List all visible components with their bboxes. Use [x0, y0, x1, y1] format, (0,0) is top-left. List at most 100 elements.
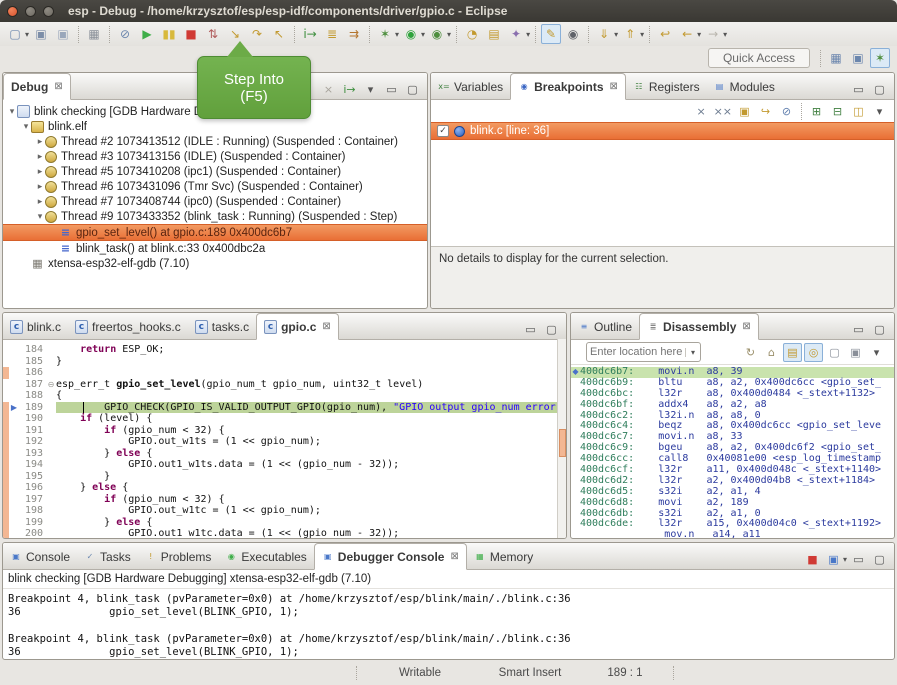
cpp-perspective-icon[interactable]: ▣ [848, 48, 868, 68]
terminate-console-icon[interactable]: ■ [803, 550, 822, 569]
disassembly-listing[interactable]: ◆400dc6b7: movi.n a8, 39400dc6b9: bltu a… [571, 365, 894, 539]
code-line[interactable]: 196 } else { [3, 482, 566, 494]
debug-tab-debug[interactable]: Debug⊠ [3, 73, 71, 100]
search-icon[interactable]: ✦ [506, 24, 526, 44]
next-annotation-icon[interactable]: ⇓ [594, 24, 614, 44]
code-line[interactable]: 194 GPIO.out1_w1ts.data = (1 << (gpio_nu… [3, 459, 566, 471]
overview-ruler[interactable] [557, 339, 566, 538]
forward-icon[interactable]: → [703, 24, 723, 44]
line-number[interactable]: 193 [19, 448, 46, 459]
debug-tree-row[interactable]: ▸Thread #2 1073413512 (IDLE : Running) (… [3, 134, 427, 149]
code-line[interactable]: 195 } [3, 471, 566, 483]
line-number[interactable]: 199 [19, 517, 46, 528]
quick-access-button[interactable]: Quick Access [708, 48, 810, 68]
forward-dropdown-icon[interactable]: ▾ [723, 30, 727, 39]
disconnect-icon[interactable]: ⇅ [203, 24, 223, 44]
run-icon[interactable]: ◉ [401, 24, 421, 44]
window-minimize-button[interactable] [25, 6, 36, 17]
maximize-icon[interactable]: ▢ [870, 550, 889, 569]
line-number[interactable]: 192 [19, 436, 46, 447]
tree-expander-icon[interactable]: ▾ [7, 107, 17, 117]
disasm-tab-disassembly[interactable]: ≣Disassembly⊠ [639, 313, 759, 340]
console-output[interactable]: Breakpoint 4, blink_task (pvParameter=0x… [3, 589, 894, 660]
debug-perspective-icon[interactable]: ✶ [870, 48, 890, 68]
editor-tab-gpio-c[interactable]: cgpio.c⊠ [256, 313, 339, 340]
open-resource-icon[interactable]: ▤ [484, 24, 504, 44]
line-number[interactable]: 191 [19, 425, 46, 436]
minimize-icon[interactable]: ▭ [849, 80, 868, 99]
code-editor[interactable]: 184 return ESP_OK;185}186187⊖esp_err_t g… [3, 340, 566, 539]
instruction-stepping-icon[interactable]: i→ [300, 24, 320, 44]
line-number[interactable]: 198 [19, 505, 46, 516]
skip-all-icon[interactable]: ⊘ [777, 102, 796, 121]
debug-tree-row[interactable]: ▦xtensa-esp32-elf-gdb (7.10) [3, 256, 427, 271]
code-line[interactable]: ▶189 GPIO_CHECK(GPIO_IS_VALID_OUTPUT_GPI… [3, 402, 566, 414]
tree-expander-icon[interactable]: ▸ [35, 167, 45, 177]
line-number[interactable]: 185 [19, 356, 46, 367]
skip-all-breakpoints-icon[interactable]: ⊘ [115, 24, 135, 44]
show-debug-columns-icon[interactable]: ≣ [322, 24, 342, 44]
console-tab-console[interactable]: ▣Console [3, 544, 77, 569]
debug-tree-row[interactable]: ▾blink.elf [3, 119, 427, 134]
code-line[interactable]: 186 [3, 367, 566, 379]
minimize-icon[interactable]: ▭ [849, 550, 868, 569]
code-line[interactable]: 192 GPIO.out_w1ts = (1 << gpio_num); [3, 436, 566, 448]
debug-tree-row[interactable]: ▸Thread #7 1073408744 (ipc0) (Suspended … [3, 194, 427, 209]
tree-expander-icon[interactable]: ▾ [21, 122, 31, 132]
line-number[interactable]: 195 [19, 471, 46, 482]
build-binary-icon[interactable]: ▦ [84, 24, 104, 44]
breakpoint-checkbox[interactable]: ✓ [437, 125, 449, 137]
code-line[interactable]: 198 GPIO.out_w1tc = (1 << gpio_num); [3, 505, 566, 517]
disassembly-line[interactable]: mov.n a14, a11 [571, 530, 894, 539]
external-tools-icon[interactable]: ◉ [427, 24, 447, 44]
remove-all-breakpoints-icon[interactable]: ×× [713, 102, 733, 121]
close-tab-icon[interactable]: ⊠ [742, 321, 750, 332]
line-number[interactable]: 184 [19, 344, 46, 355]
code-line[interactable]: 200 GPIO.out1_w1tc.data = (1 << (gpio_nu… [3, 528, 566, 539]
line-number[interactable]: 196 [19, 482, 46, 493]
code-line[interactable]: 199 } else { [3, 517, 566, 529]
home-icon[interactable]: ⌂ [762, 343, 781, 362]
minimize-icon[interactable]: ▭ [849, 320, 868, 339]
code-line[interactable]: 188{ [3, 390, 566, 402]
location-dropdown-icon[interactable]: ▾ [685, 348, 700, 357]
console-tab-executables[interactable]: ◉Executables [218, 544, 313, 569]
maximize-icon[interactable]: ▢ [870, 320, 889, 339]
open-element-icon[interactable]: ◔ [462, 24, 482, 44]
trace-control-icon[interactable]: ⇉ [344, 24, 364, 44]
track-expression-icon[interactable]: ◎ [804, 343, 823, 362]
external-tools-dropdown-icon[interactable]: ▾ [447, 30, 451, 39]
back-dropdown-icon[interactable]: ▾ [697, 30, 701, 39]
code-line[interactable]: 184 return ESP_OK; [3, 344, 566, 356]
debug-icon[interactable]: ✶ [375, 24, 395, 44]
collapse-all-icon[interactable]: ⊟ [828, 102, 847, 121]
run-dropdown-icon[interactable]: ▾ [421, 30, 425, 39]
view-menu-icon[interactable]: ▾ [870, 102, 889, 121]
console-tab-debugger-console[interactable]: ▣Debugger Console⊠ [314, 543, 467, 570]
link-with-debug-icon[interactable]: ▤ [783, 343, 802, 362]
console-tab-problems[interactable]: !Problems [138, 544, 219, 569]
debug-tree-row[interactable]: ▸Thread #5 1073410208 (ipc1) (Suspended … [3, 164, 427, 179]
fold-collapse-icon[interactable]: ⊖ [46, 380, 56, 389]
back-icon[interactable]: ← [677, 24, 697, 44]
code-line[interactable]: 190 if (level) { [3, 413, 566, 425]
location-combo[interactable]: ▾ [586, 342, 701, 362]
right-tab-registers[interactable]: ☷Registers [626, 74, 707, 99]
suspend-icon[interactable]: ▮▮ [159, 24, 179, 44]
window-maximize-button[interactable] [43, 6, 54, 17]
editor-tab-freertos-hooks-c[interactable]: cfreertos_hooks.c [68, 314, 188, 339]
right-tab-breakpoints[interactable]: ◉Breakpoints⊠ [510, 73, 626, 100]
debug-dropdown-icon[interactable]: ▾ [395, 30, 399, 39]
debug-launch-tree[interactable]: ▾blink checking [GDB Hardware Debugging]… [3, 100, 427, 271]
view-menu-icon[interactable]: ▾ [867, 343, 886, 362]
refresh-icon[interactable]: ↻ [741, 343, 760, 362]
close-tab-icon[interactable]: ⊠ [610, 81, 618, 92]
disassembly-line[interactable]: 400dc6bf: addx4 a8, a2, a8 [571, 400, 894, 411]
disassembly-line[interactable]: 400dc6d8: movi a2, 189 [571, 498, 894, 509]
remove-all-terminated-icon[interactable]: × [319, 80, 338, 99]
editor-tab-blink-c[interactable]: cblink.c [3, 314, 68, 339]
resume-icon[interactable]: ▶ [137, 24, 157, 44]
save-all-icon[interactable]: ▣ [53, 24, 73, 44]
minimize-icon[interactable]: ▭ [382, 80, 401, 99]
line-number[interactable]: 187 [19, 379, 46, 390]
